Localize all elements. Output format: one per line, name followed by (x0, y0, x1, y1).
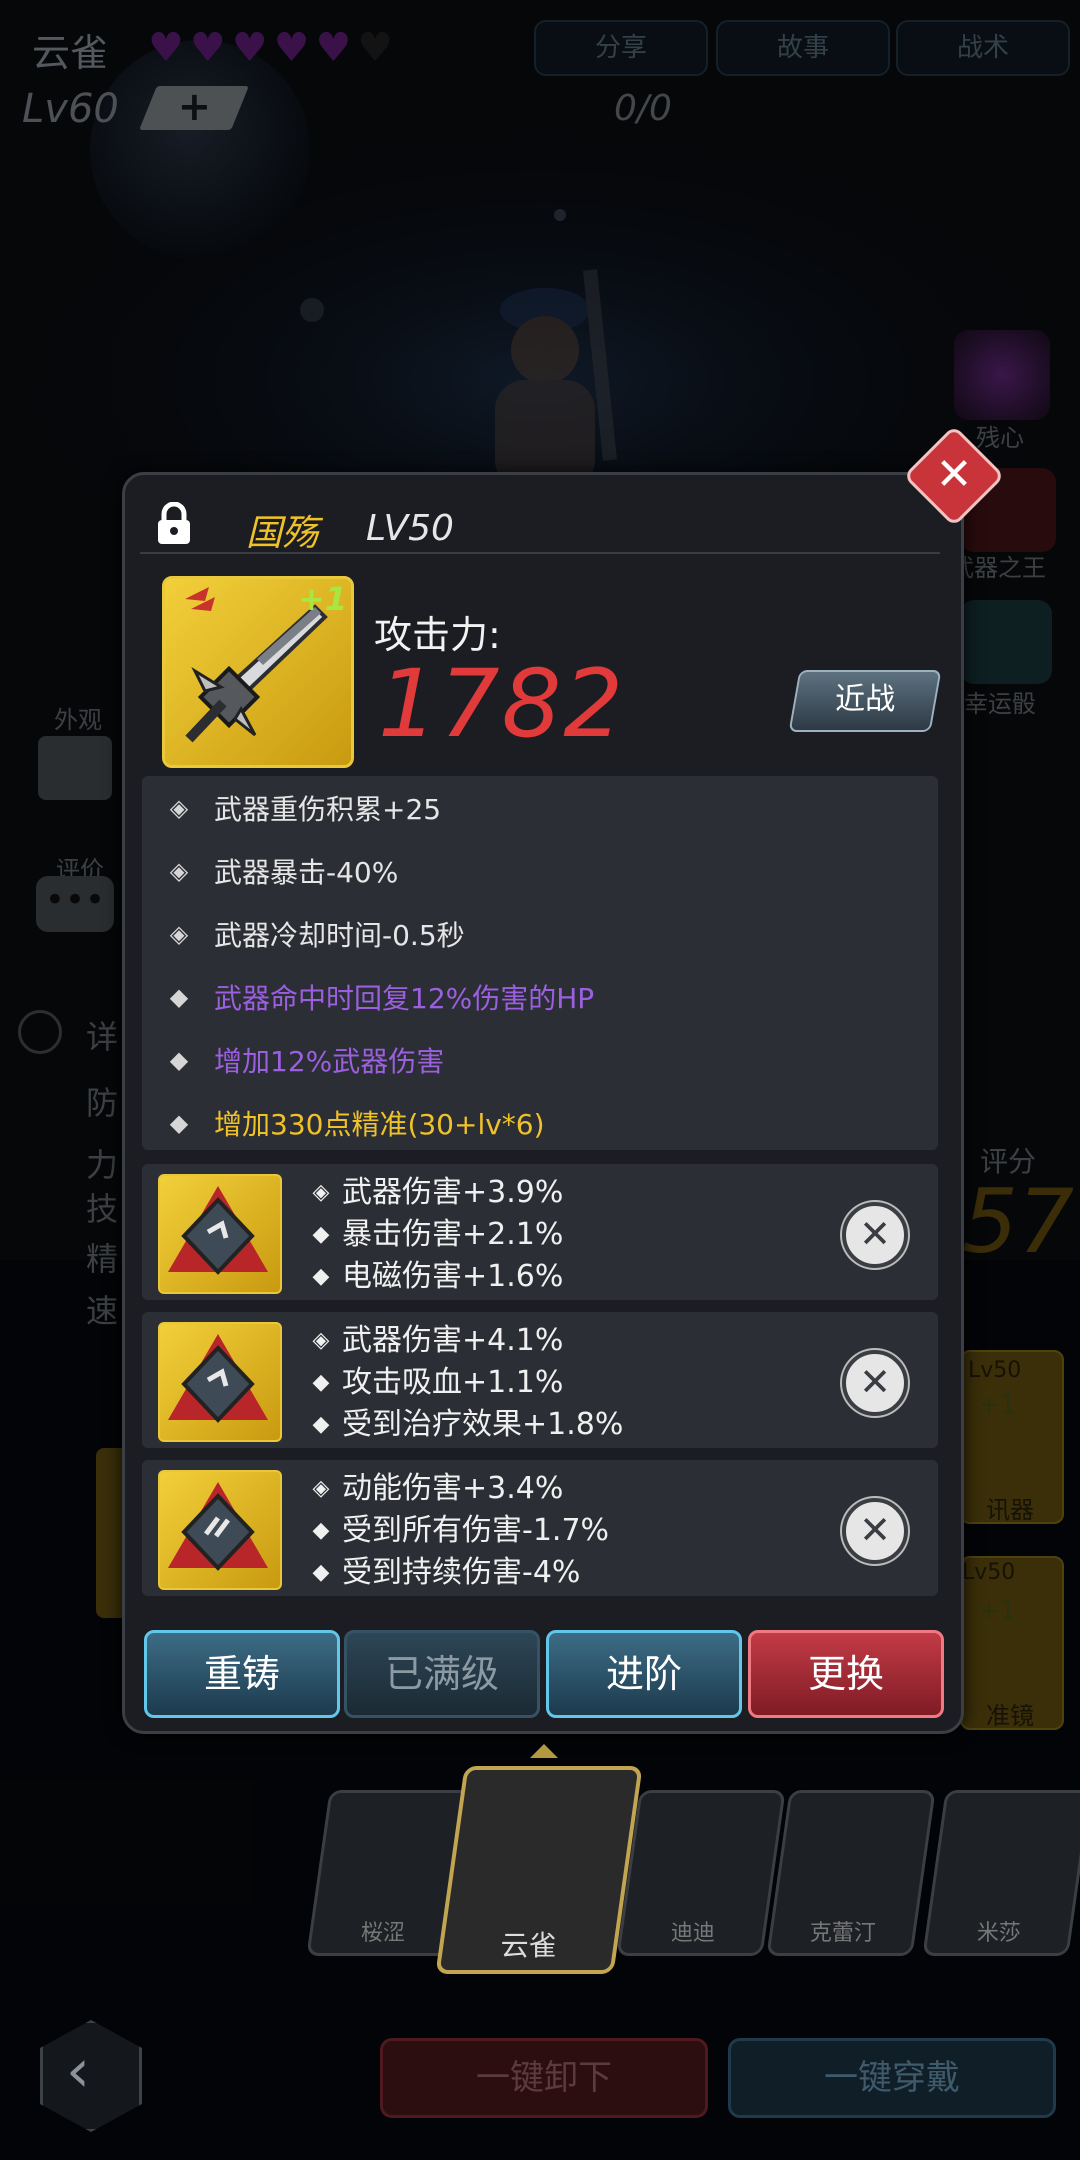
diamond-icon: ◆ (169, 1046, 189, 1074)
gem-stat-text: 受到持续伤害-4% (342, 1555, 581, 1590)
gem-stat-text: 暴击伤害+2.1% (342, 1217, 564, 1252)
hero-card-selected[interactable]: 云雀 (435, 1766, 643, 1974)
rune-icon: ◈ (169, 794, 189, 822)
hero-card-name: 云雀 (500, 1929, 557, 1962)
gem-stat-row: ◆ 攻击吸血+1.1% (310, 1362, 623, 1404)
attribute-row: ◆ 增加330点精准(30+lv*6) (166, 1103, 545, 1143)
diamond-icon: ◆ (312, 1412, 330, 1437)
gem-slot-3: ◈ 动能伤害+3.4% ◆ 受到所有伤害-1.7% ◆ 受到持续伤害-4% ✕ (142, 1460, 938, 1596)
gem-stat-text: 攻击吸血+1.1% (342, 1365, 564, 1400)
hero-card-name: 克蕾汀 (809, 1921, 876, 1946)
gem-stats: ◈ 武器伤害+3.9% ◆ 暴击伤害+2.1% ◆ 电磁伤害+1.6% (310, 1172, 564, 1298)
gem-stat-row: ◈ 武器伤害+4.1% (310, 1320, 623, 1362)
gem-stat-row: ◆ 暴击伤害+2.1% (310, 1214, 564, 1256)
attribute-text: 武器命中时回复12%伤害的HP (214, 982, 595, 1015)
gem-stat-row: ◆ 受到所有伤害-1.7% (310, 1510, 610, 1552)
attribute-row: ◈ 武器暴击-40% (166, 851, 399, 891)
attribute-text: 增加330点精准(30+lv*6) (214, 1108, 545, 1141)
hero-card-name: 迪迪 (670, 1921, 715, 1946)
diamond-icon: ◆ (312, 1222, 330, 1247)
remove-gem-button[interactable]: ✕ (842, 1202, 908, 1268)
gem-icon[interactable] (158, 1470, 282, 1590)
attribute-row: ◆ 增加12%武器伤害 (166, 1040, 444, 1080)
rune-icon: ◈ (312, 1328, 330, 1353)
diamond-icon: ◆ (169, 983, 189, 1011)
attribute-text: 武器冷却时间-0.5秒 (214, 919, 465, 952)
attribute-text: 武器重伤积累+25 (214, 793, 442, 826)
hero-card-name: 米莎 (976, 1921, 1021, 1946)
reforge-button[interactable]: 重铸 (144, 1630, 340, 1718)
rune-icon: ◈ (312, 1180, 330, 1205)
attribute-row: ◈ 武器重伤积累+25 (166, 788, 441, 828)
gem-stat-text: 电磁伤害+1.6% (342, 1259, 564, 1294)
remove-gem-button[interactable]: ✕ (842, 1350, 908, 1416)
hero-card-name: 桜涩 (360, 1921, 405, 1946)
weapon-level: LV50 (366, 508, 454, 549)
gem-icon[interactable] (158, 1174, 282, 1294)
diamond-icon: ◆ (312, 1370, 330, 1395)
gem-stat-text: 受到治疗效果+1.8% (342, 1407, 624, 1442)
advance-button[interactable]: 进阶 (546, 1630, 742, 1718)
hero-card-misha[interactable]: 米莎 (922, 1790, 1080, 1956)
chevron-left-icon[interactable]: ‹ (66, 2036, 90, 2106)
gem-stat-text: 武器伤害+3.9% (342, 1175, 564, 1210)
gem-slot-2: ◈ 武器伤害+4.1% ◆ 攻击吸血+1.1% ◆ 受到治疗效果+1.8% ✕ (142, 1312, 938, 1448)
attribute-text: 武器暴击-40% (214, 856, 399, 889)
hero-card-claudine[interactable]: 克蕾汀 (766, 1790, 936, 1956)
gem-icon[interactable] (158, 1322, 282, 1442)
attack-value: 1782 (378, 650, 626, 759)
diamond-icon: ◆ (169, 1109, 189, 1137)
attribute-row: ◈ 武器冷却时间-0.5秒 (166, 914, 465, 954)
weapon-type-badge[interactable]: 近战 (788, 670, 942, 732)
gem-stat-row: ◈ 动能伤害+3.4% (310, 1468, 609, 1510)
rune-icon: ◈ (169, 920, 189, 948)
gem-stat-row: ◈ 武器伤害+3.9% (310, 1172, 564, 1214)
attribute-text: 增加12%武器伤害 (214, 1045, 445, 1078)
diamond-icon: ◆ (312, 1518, 330, 1543)
diamond-icon: ◆ (312, 1560, 330, 1585)
attribute-list: ◈ 武器重伤积累+25 ◈ 武器暴击-40% ◈ 武器冷却时间-0.5秒 ◆ 武… (142, 776, 938, 1150)
chip-icon (168, 1186, 268, 1275)
hero-card-didi[interactable]: 迪迪 (616, 1790, 786, 1956)
equip-all-button[interactable]: 一键穿戴 (728, 2038, 1056, 2118)
diamond-icon: ◆ (312, 1264, 330, 1289)
gem-stat-row: ◆ 电磁伤害+1.6% (310, 1256, 564, 1298)
gem-stat-text: 武器伤害+4.1% (342, 1323, 564, 1358)
gem-stats: ◈ 武器伤害+4.1% ◆ 攻击吸血+1.1% ◆ 受到治疗效果+1.8% (310, 1320, 624, 1446)
weapon-plus-badge: +1 (298, 580, 348, 618)
replace-button[interactable]: 更换 (748, 1630, 944, 1718)
weapon-name: 国殇 (246, 513, 319, 554)
maxed-level-button[interactable]: 已满级 (344, 1630, 540, 1718)
rune-icon: ◈ (312, 1476, 330, 1501)
chip-icon (168, 1482, 268, 1571)
gem-stat-row: ◆ 受到治疗效果+1.8% (310, 1404, 624, 1446)
lock-icon[interactable] (156, 502, 192, 546)
gem-stat-row: ◆ 受到持续伤害-4% (310, 1552, 609, 1594)
rune-icon: ◈ (169, 857, 189, 885)
remove-gem-button[interactable]: ✕ (842, 1498, 908, 1564)
gem-slot-1: ◈ 武器伤害+3.9% ◆ 暴击伤害+2.1% ◆ 电磁伤害+1.6% ✕ (142, 1164, 938, 1300)
close-icon[interactable]: ✕ (918, 440, 990, 512)
selected-indicator-icon (530, 1744, 558, 1758)
divider (140, 552, 940, 554)
gem-stats: ◈ 动能伤害+3.4% ◆ 受到所有伤害-1.7% ◆ 受到持续伤害-4% (310, 1468, 610, 1594)
gem-stat-text: 动能伤害+3.4% (342, 1471, 564, 1506)
weapon-type-label: 近战 (835, 682, 896, 717)
attribute-row: ◆ 武器命中时回复12%伤害的HP (166, 977, 594, 1017)
chip-icon (168, 1334, 268, 1423)
gem-stat-text: 受到所有伤害-1.7% (342, 1513, 610, 1548)
unequip-all-button[interactable]: 一键卸下 (380, 2038, 708, 2118)
